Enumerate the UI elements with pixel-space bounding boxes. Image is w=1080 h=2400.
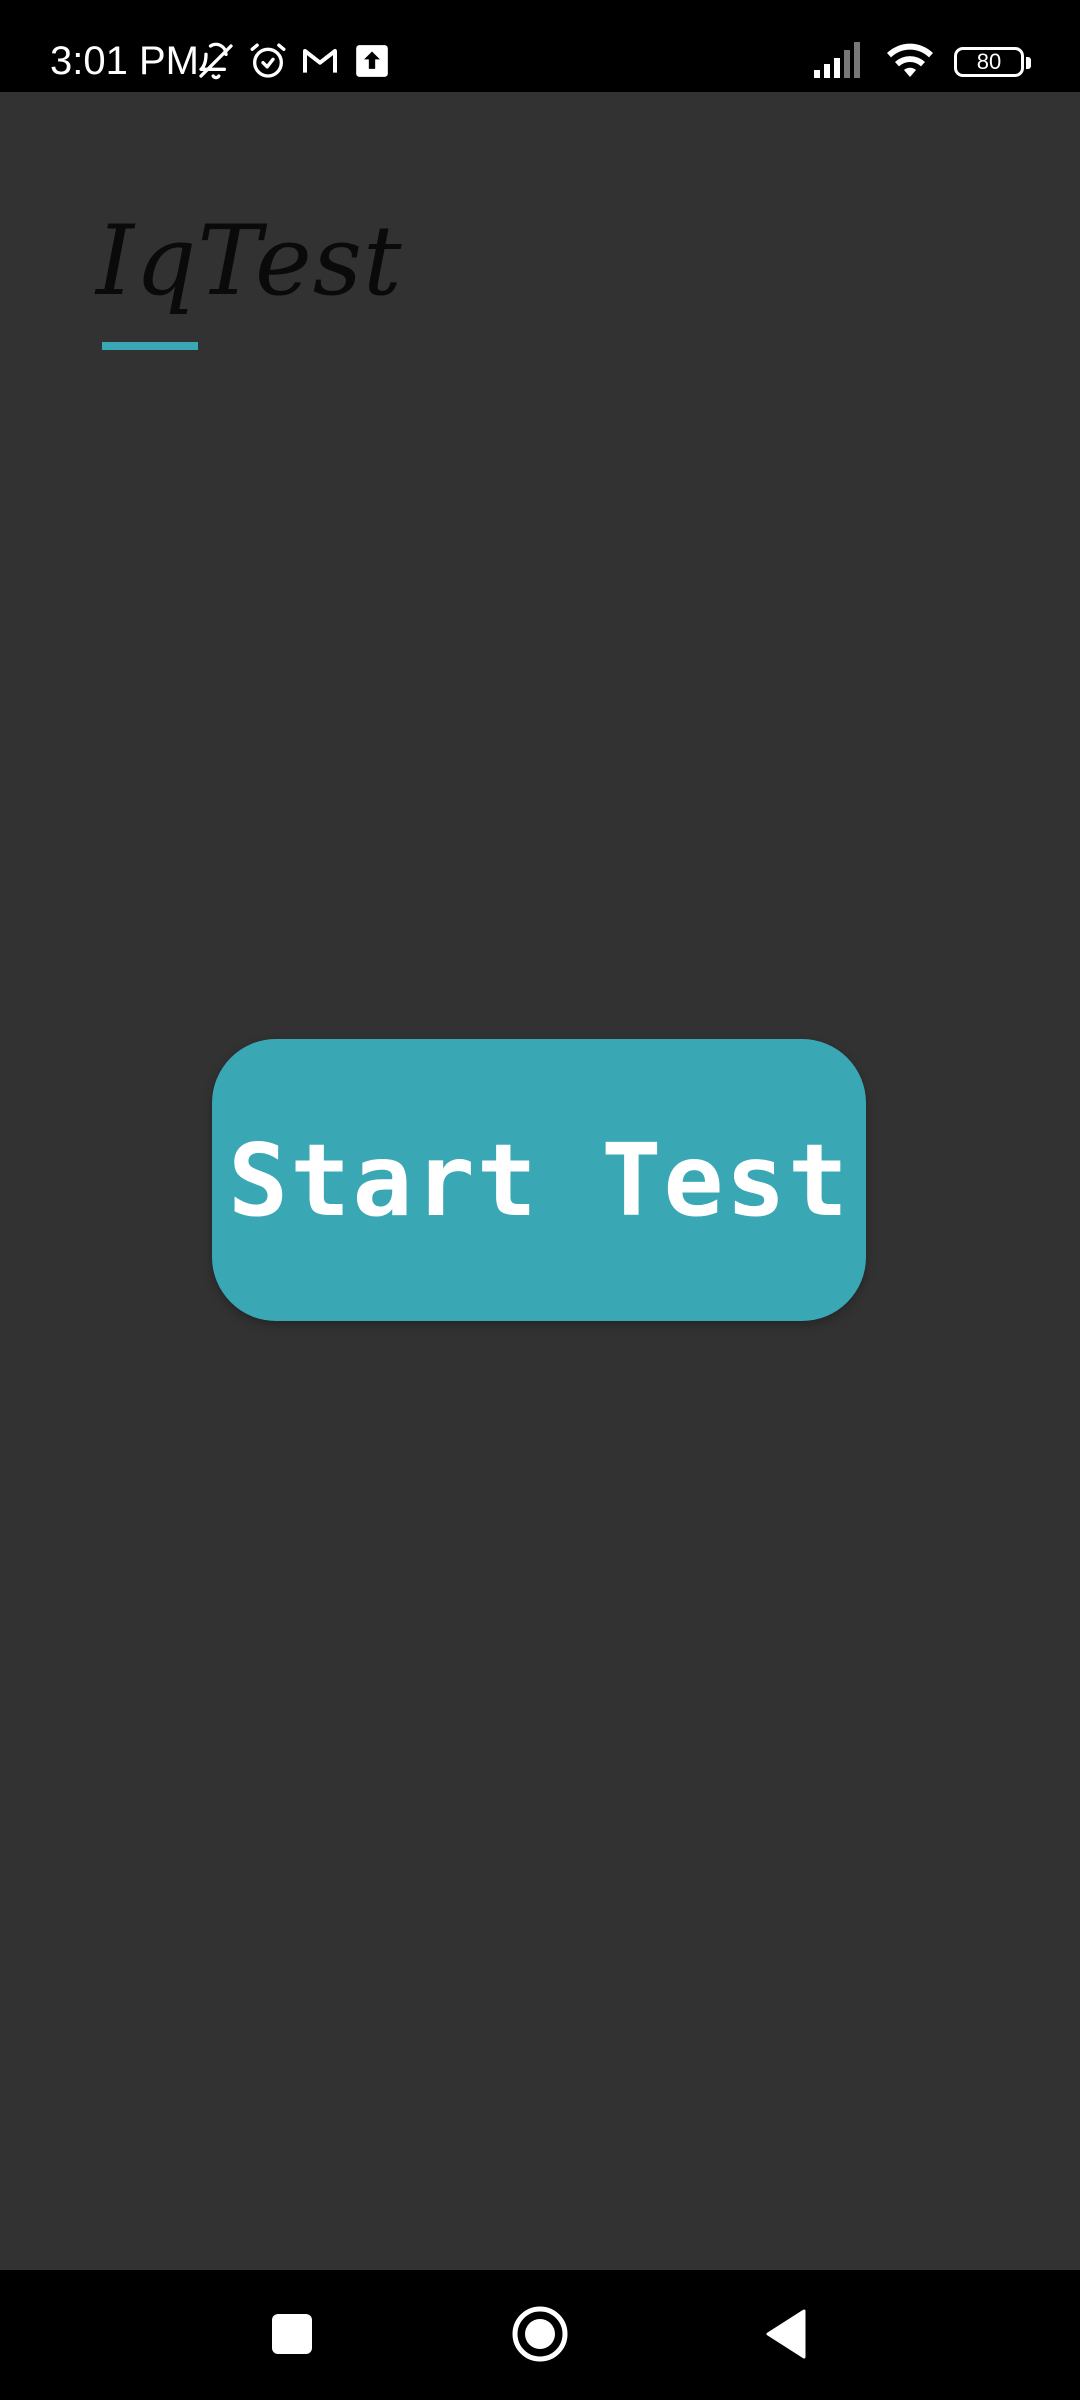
upload-icon [350,39,394,83]
start-test-button[interactable]: Start Test [212,1039,866,1321]
recents-icon [271,2313,313,2360]
home-button[interactable] [500,2298,580,2374]
wifi-icon [886,41,934,84]
title-underline [102,342,198,350]
status-bar: 3:01 PM 80 [0,0,1080,92]
home-icon [511,2305,569,2368]
battery-icon: 80 [954,47,1031,77]
recents-button[interactable] [252,2298,332,2374]
start-test-label: Start Test [227,1121,851,1239]
signal-icon [814,41,866,83]
app-title: IqTest [96,205,403,317]
bell-off-icon [194,39,238,83]
alarm-icon [246,39,290,83]
gmail-icon [298,39,342,83]
status-time: 3:01 PM [50,39,199,83]
back-button[interactable] [746,2298,826,2374]
navigation-bar [0,2270,1080,2400]
back-icon [764,2309,808,2364]
app-screen: 3:01 PM 80 IqTest Start Test [0,0,1080,2400]
battery-level: 80 [976,49,1002,74]
status-notification-icons [194,38,394,84]
status-system-icons: 80 [814,40,1031,84]
